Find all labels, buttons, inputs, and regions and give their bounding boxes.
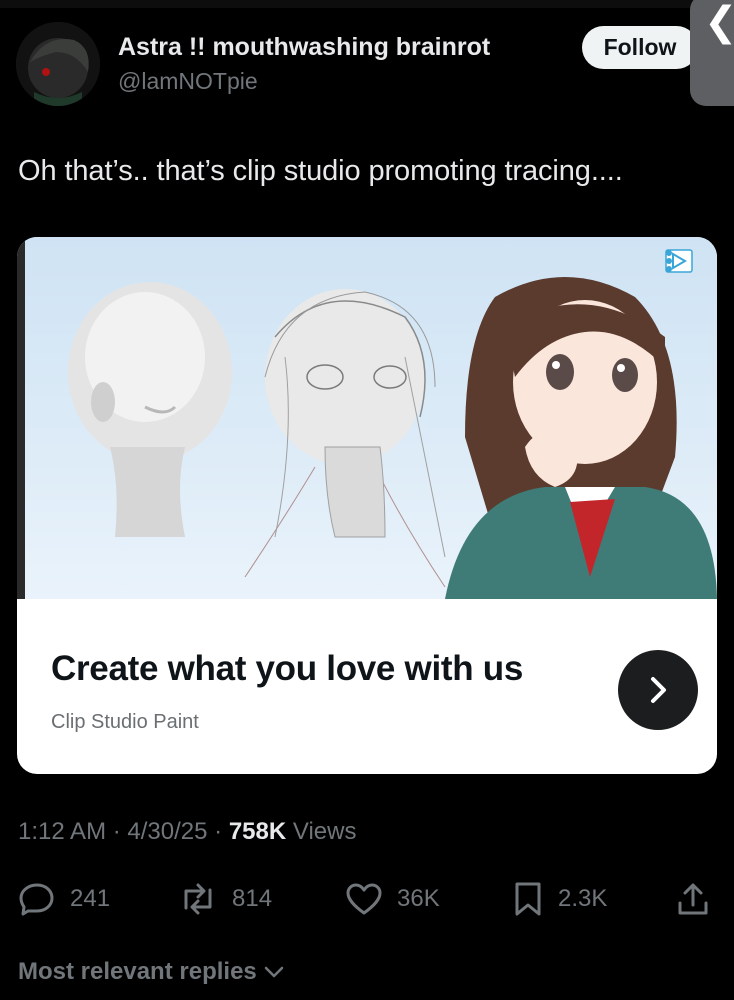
adchoices[interactable] bbox=[665, 249, 717, 275]
reply-count: 241 bbox=[70, 885, 111, 912]
author-display-name[interactable]: Astra !! mouthwashing brainrot bbox=[118, 33, 490, 62]
ad-card[interactable]: Create what you love with us Clip Studio… bbox=[17, 237, 717, 774]
chevron-down-icon bbox=[264, 966, 284, 978]
heart-icon bbox=[346, 883, 382, 915]
reply-button[interactable]: 241 bbox=[18, 875, 110, 923]
ad-cta-button[interactable] bbox=[618, 650, 698, 730]
tweet-text: Oh that’s.. that’s clip studio promoting… bbox=[18, 155, 623, 187]
meta-separator: · bbox=[112, 818, 121, 845]
reply-icon bbox=[19, 883, 54, 916]
replies-sort-dropdown[interactable]: Most relevant replies bbox=[18, 958, 285, 986]
tweet-date[interactable]: 4/30/25 bbox=[127, 818, 207, 845]
replies-sort-label: Most relevant replies bbox=[18, 958, 257, 985]
author-handle[interactable]: @lamNOTpie bbox=[118, 68, 258, 95]
bookmark-icon bbox=[515, 882, 541, 916]
chevron-left-icon: ❮ bbox=[704, 2, 734, 42]
bookmark-button[interactable]: 2.3K bbox=[512, 875, 607, 923]
sketch-head-illustration bbox=[244, 289, 446, 588]
ad-brand: Clip Studio Paint bbox=[51, 711, 199, 733]
tweet-time[interactable]: 1:12 AM bbox=[18, 818, 106, 845]
side-panel-tab[interactable]: ❮ bbox=[690, 0, 734, 106]
repost-button[interactable]: 814 bbox=[178, 875, 272, 923]
anime-girl-illustration bbox=[445, 277, 717, 599]
share-icon bbox=[678, 883, 708, 915]
like-count: 36K bbox=[397, 885, 440, 912]
like-button[interactable]: 36K bbox=[345, 875, 440, 923]
meta-separator: · bbox=[214, 818, 223, 845]
more-vertical-icon bbox=[666, 250, 672, 272]
tweet-meta: 1:12 AM · 4/30/25 · 758K Views bbox=[18, 818, 356, 846]
top-bar bbox=[0, 0, 734, 8]
follow-button[interactable]: Follow bbox=[582, 26, 698, 69]
bookmark-count: 2.3K bbox=[558, 885, 608, 912]
avatar-image bbox=[16, 22, 100, 106]
share-button[interactable] bbox=[676, 875, 710, 923]
mannequin-head-illustration bbox=[68, 282, 232, 537]
chevron-right-icon bbox=[651, 677, 666, 703]
repost-icon bbox=[184, 883, 212, 915]
repost-count: 814 bbox=[232, 885, 273, 912]
tweet-actions: 241 814 36K 2.3K bbox=[0, 875, 734, 925]
avatar[interactable] bbox=[16, 22, 100, 106]
views-count[interactable]: 758K bbox=[229, 818, 286, 845]
ad-image bbox=[17, 237, 717, 599]
ad-headline[interactable]: Create what you love with us bbox=[51, 649, 523, 689]
ad-illustration bbox=[68, 277, 717, 599]
views-label: Views bbox=[292, 818, 357, 845]
